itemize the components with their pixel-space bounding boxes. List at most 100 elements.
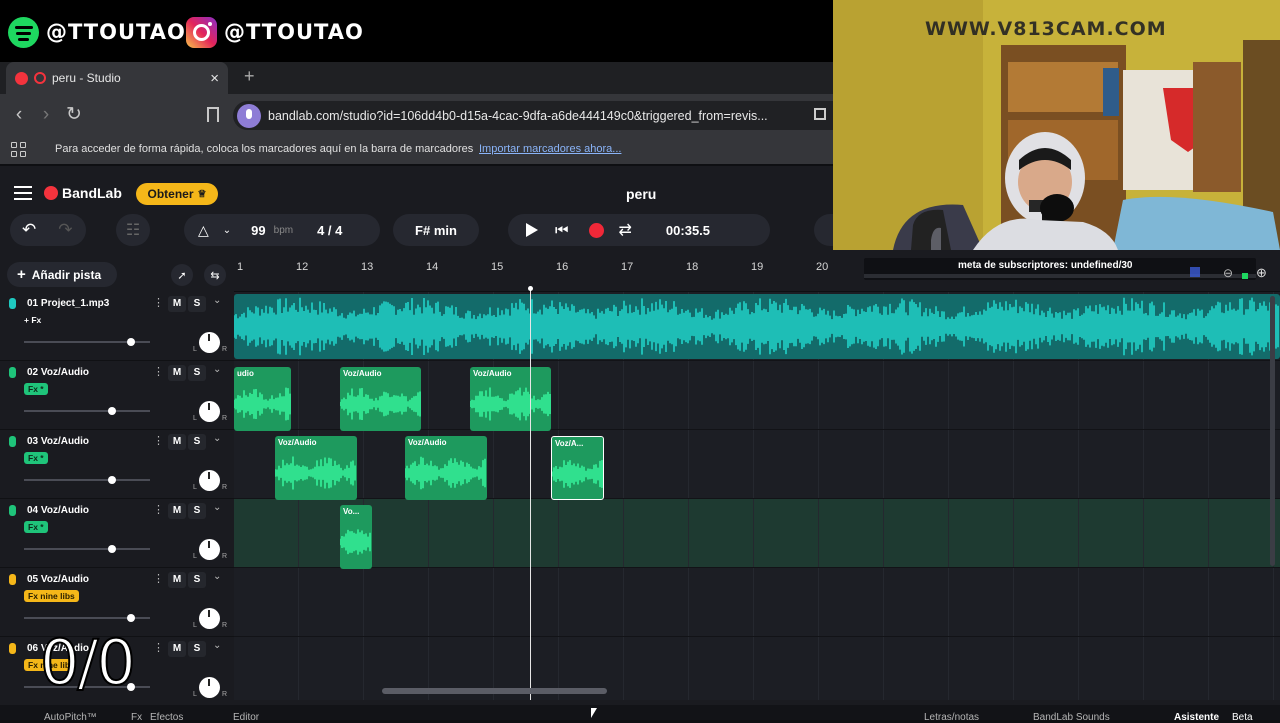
chevron-down-icon[interactable]: ⌄ [213,571,221,582]
track-header[interactable]: 03 Voz/Audio ⋮ M S ⌄ Fx * L R [0,430,234,499]
volume-slider[interactable] [24,407,150,415]
audio-clip[interactable]: Vo... [340,505,372,569]
chevron-down-icon[interactable]: ⌄ [213,433,221,444]
track-menu-icon[interactable]: ⋮ [153,296,164,309]
track-header[interactable]: 01 Project_1.mp3 ⋮ M S ⌄ + Fx L R [0,292,234,361]
volume-slider[interactable] [24,476,150,484]
metronome-icon[interactable]: △ [198,222,209,239]
volume-thumb[interactable] [108,545,116,553]
audio-clip[interactable]: Voz/Audio [340,367,421,431]
reload-icon[interactable]: ↻ [62,103,86,127]
mic-icon[interactable] [9,505,16,516]
pan-knob[interactable] [199,332,220,353]
project-title[interactable]: peru [626,186,656,202]
audio-clip[interactable] [234,294,1280,359]
menu-icon[interactable] [14,186,32,200]
back-icon[interactable]: ‹ [7,103,31,127]
mic-icon[interactable] [9,367,16,378]
track-menu-icon[interactable]: ⋮ [153,641,164,654]
fx-badge[interactable]: Fx * [24,383,48,395]
redo-icon[interactable]: ↷ [58,220,72,240]
url-bar[interactable]: bandlab.com/studio?id=106dd4b0-d15a-4cac… [233,101,833,130]
track-name[interactable]: 03 Voz/Audio [27,436,89,447]
new-tab-button[interactable]: + [244,66,255,87]
audio-clip[interactable]: Voz/Audio [405,436,487,500]
track-lane[interactable] [234,568,1280,637]
pan-knob[interactable] [199,677,220,698]
autopitch-tab[interactable]: AutoPitch™ [44,712,97,723]
bookmark-icon[interactable] [207,107,219,122]
import-bookmarks-link[interactable]: Importar marcadores ahora... [479,143,621,155]
obtener-button[interactable]: Obtener ♕ [136,183,218,205]
volume-thumb[interactable] [127,338,135,346]
volume-thumb[interactable] [127,614,135,622]
zoom-out-icon[interactable]: ⊖ [1223,266,1233,280]
pan-knob[interactable] [199,608,220,629]
audio-clip[interactable]: Voz/Audio [470,367,551,431]
apps-grid-icon[interactable] [11,142,27,158]
undo-icon[interactable]: ↶ [22,220,36,240]
volume-slider[interactable] [24,338,150,346]
mic-icon[interactable] [9,574,16,585]
mic-icon[interactable] [9,436,16,447]
volume-thumb[interactable] [108,476,116,484]
volume-thumb[interactable] [108,407,116,415]
audio-clip[interactable]: udio [234,367,291,431]
record-button[interactable] [588,222,604,238]
horizontal-scrollbar[interactable] [382,688,607,694]
audio-clip[interactable]: Voz/Audio [275,436,357,500]
track-name[interactable]: 04 Voz/Audio [27,505,89,516]
loop-icon[interactable]: ⇄ [619,220,632,240]
solo-button[interactable]: S [188,641,206,657]
fx-badge[interactable]: Fx * [24,521,48,533]
vertical-scrollbar[interactable] [1270,296,1275,566]
track-header[interactable]: 04 Voz/Audio ⋮ M S ⌄ Fx * L R [0,499,234,568]
solo-button[interactable]: S [188,503,206,519]
skip-back-icon[interactable]: ⏮ [555,222,569,239]
track-lane[interactable] [234,430,1280,499]
track-menu-icon[interactable]: ⋮ [153,503,164,516]
add-track-button[interactable]: + Añadir pista [7,262,117,287]
editor-tab[interactable]: Editor [233,712,259,723]
mute-button[interactable]: M [168,434,186,450]
keyboard-icon[interactable]: ☷ [116,214,150,246]
solo-button[interactable]: S [188,296,206,312]
mic-icon[interactable] [9,298,16,309]
zoom-in-icon[interactable]: ⊕ [1256,265,1267,281]
chevron-down-icon[interactable]: ⌄ [213,364,221,375]
sidepanel-icon[interactable] [814,108,826,120]
pan-knob[interactable] [199,401,220,422]
snap-icon[interactable] [1190,267,1200,277]
solo-button[interactable]: S [188,365,206,381]
arrangement-area[interactable]: udio Voz/Audio Voz/Audio Voz/Audio Voz/Audio… [234,292,1280,700]
fx-badge[interactable]: Fx * [24,452,48,464]
chevron-down-icon[interactable]: ⌄ [213,640,221,651]
pan-knob[interactable] [199,539,220,560]
metronome-chevron-down-icon[interactable]: ⌄ [223,225,231,236]
track-menu-icon[interactable]: ⋮ [153,365,164,378]
bandlab-sounds-tab[interactable]: BandLab Sounds [1033,712,1110,723]
mute-button[interactable]: M [168,572,186,588]
solo-button[interactable]: S [188,572,206,588]
fx-badge[interactable]: + Fx [24,314,45,326]
track-name[interactable]: 05 Voz/Audio [27,574,89,585]
lyrics-tab[interactable]: Letras/notas [924,712,979,723]
close-tab-icon[interactable]: × [210,70,219,87]
track-lane[interactable] [234,499,1280,568]
mute-button[interactable]: M [168,503,186,519]
pan-knob[interactable] [199,470,220,491]
bpm-value[interactable]: 99 [251,223,265,238]
site-mic-indicator-icon[interactable] [237,104,261,128]
forward-icon[interactable]: › [34,103,58,127]
track-menu-icon[interactable]: ⋮ [153,572,164,585]
effects-tab[interactable]: Efectos [150,712,183,723]
volume-slider[interactable] [24,614,150,622]
volume-slider[interactable] [24,545,150,553]
track-settings-icon[interactable]: ⇆ [204,264,226,286]
track-header[interactable]: 02 Voz/Audio ⋮ M S ⌄ Fx * L R [0,361,234,430]
fx-badge[interactable]: Fx nine libs [24,590,79,602]
mute-button[interactable]: M [168,365,186,381]
mic-icon[interactable] [9,643,16,654]
time-signature[interactable]: 4 / 4 [317,223,342,238]
mute-button[interactable]: M [168,296,186,312]
